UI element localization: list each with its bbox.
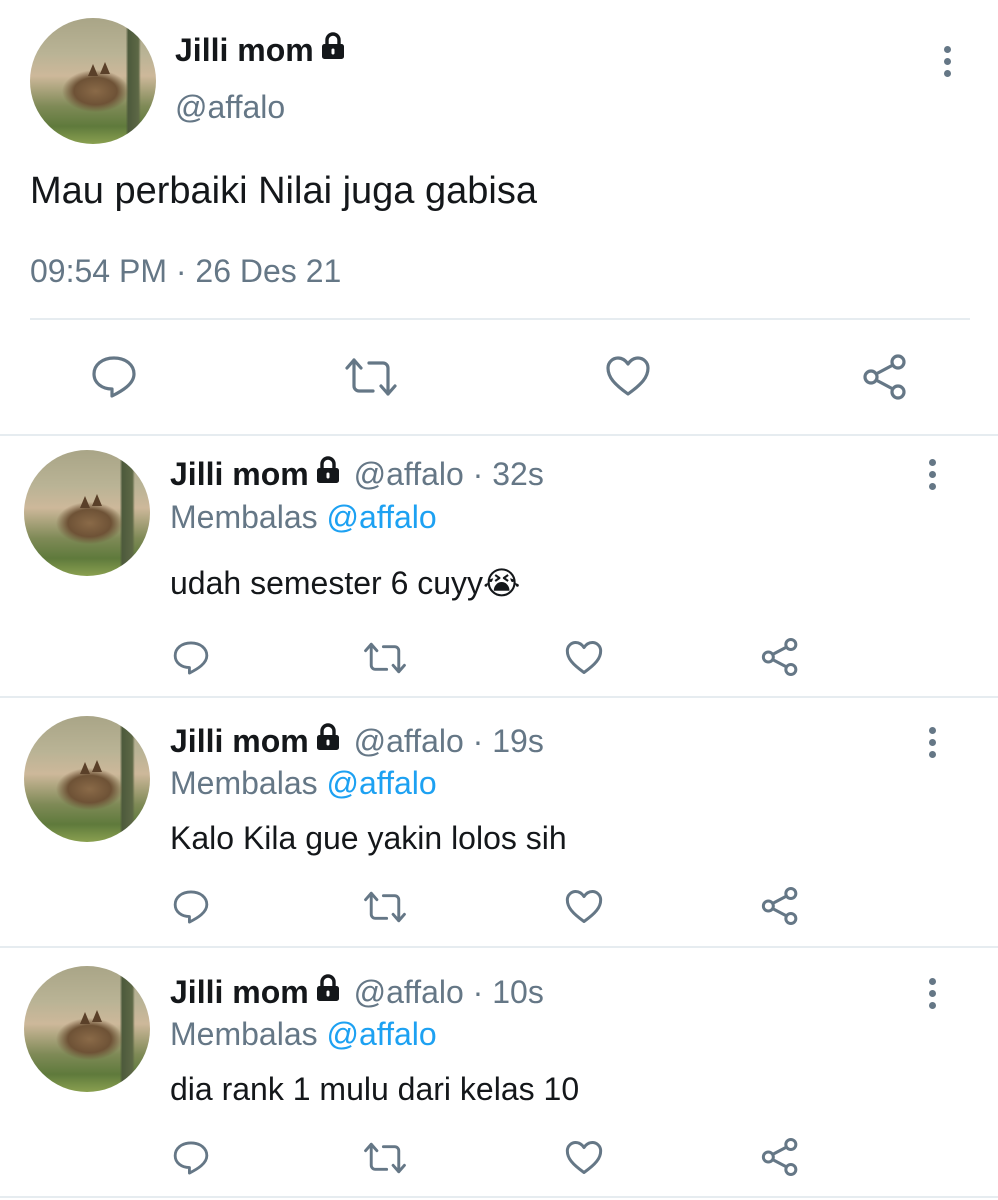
reply-icon[interactable]	[172, 639, 210, 677]
handle[interactable]: @affalo	[354, 974, 464, 1010]
like-icon[interactable]	[564, 888, 604, 925]
tweet-time[interactable]: · 10s	[473, 974, 544, 1010]
replying-to: Membalas @affalo	[170, 765, 437, 801]
tweet-text: Mau perbaiki Nilai juga gabisa	[30, 170, 537, 212]
replying-to: Membalas @affalo	[170, 1016, 437, 1052]
retweet-icon[interactable]	[362, 1141, 408, 1175]
reply-icon[interactable]	[172, 888, 210, 926]
share-icon[interactable]	[861, 353, 909, 401]
more-icon[interactable]	[941, 46, 953, 82]
divider	[30, 318, 970, 320]
like-icon[interactable]	[564, 639, 604, 676]
lock-icon	[315, 973, 341, 1010]
handle[interactable]: @affalo	[354, 456, 464, 492]
mention-link[interactable]: @affalo	[327, 499, 437, 535]
lock-icon	[320, 31, 346, 68]
avatar[interactable]	[24, 716, 150, 842]
replying-to: Membalas @affalo	[170, 499, 437, 535]
avatar[interactable]	[24, 450, 150, 576]
reply-icon[interactable]	[172, 1139, 210, 1177]
more-icon[interactable]	[926, 459, 938, 495]
divider	[0, 1196, 998, 1198]
avatar[interactable]	[24, 966, 150, 1092]
divider	[0, 696, 998, 698]
more-icon[interactable]	[926, 727, 938, 763]
share-icon[interactable]	[760, 1137, 800, 1177]
like-icon[interactable]	[604, 354, 652, 398]
display-name[interactable]: Jilli mom	[175, 32, 346, 71]
tweet-text: udah semester 6 cuyy😭	[170, 565, 521, 601]
avatar[interactable]	[30, 18, 156, 144]
retweet-icon[interactable]	[362, 641, 408, 675]
lock-icon	[315, 455, 341, 492]
display-name[interactable]: Jilli mom @affalo · 32s	[170, 456, 544, 495]
reply-icon[interactable]	[90, 354, 138, 400]
mention-link[interactable]: @affalo	[327, 765, 437, 801]
lock-icon	[315, 722, 341, 759]
tweet-text: Kalo Kila gue yakin lolos sih	[170, 820, 567, 856]
retweet-icon[interactable]	[362, 890, 408, 924]
mention-link[interactable]: @affalo	[327, 1016, 437, 1052]
divider	[0, 946, 998, 948]
tweet-text: dia rank 1 mulu dari kelas 10	[170, 1071, 580, 1107]
handle[interactable]: @affalo	[354, 723, 464, 759]
tweet-time[interactable]: · 32s	[473, 456, 544, 492]
tweet-time[interactable]: · 19s	[473, 723, 544, 759]
share-icon[interactable]	[760, 637, 800, 677]
display-name[interactable]: Jilli mom @affalo · 19s	[170, 723, 544, 762]
like-icon[interactable]	[564, 1139, 604, 1176]
share-icon[interactable]	[760, 886, 800, 926]
tweet-timestamp[interactable]: 09:54 PM · 26 Des 21	[30, 253, 341, 290]
more-icon[interactable]	[926, 978, 938, 1014]
divider	[0, 434, 998, 436]
display-name[interactable]: Jilli mom @affalo · 10s	[170, 974, 544, 1013]
handle[interactable]: @affalo	[175, 89, 285, 126]
retweet-icon[interactable]	[343, 356, 399, 398]
